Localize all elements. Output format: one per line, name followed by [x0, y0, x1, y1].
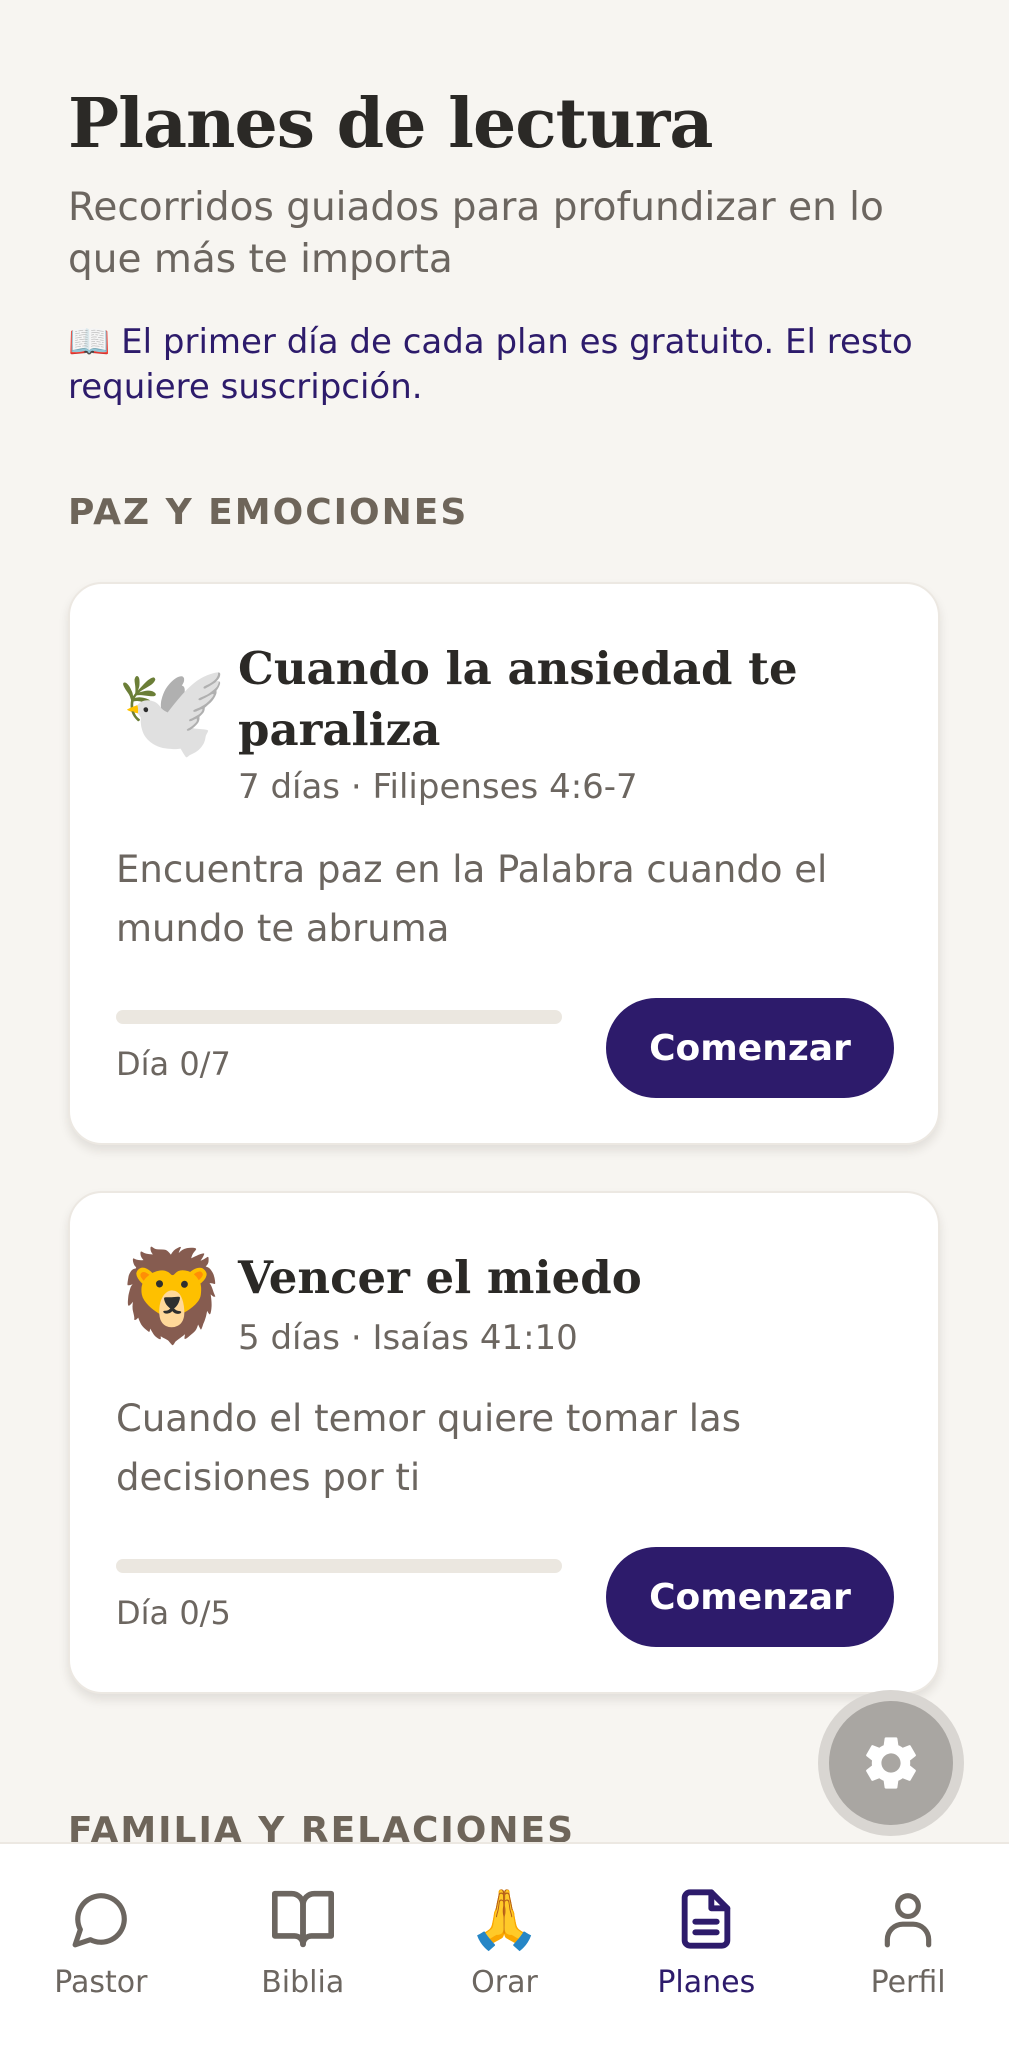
tab-pastor[interactable]: Pastor	[0, 1844, 202, 2048]
plan-progress-bar	[116, 1010, 562, 1024]
tab-label: Orar	[471, 1965, 538, 2000]
plan-card-fear[interactable]: 🦁 Vencer el miedo 5 días · Isaías 41:10 …	[68, 1191, 940, 1694]
free-day-notice: 📖 El primer día de cada plan es gratuito…	[68, 322, 913, 407]
plan-meta: 7 días · Filipenses 4:6-7	[238, 767, 638, 807]
plan-card-anxiety[interactable]: 🕊️ Cuando la ansiedad te paraliza 7 días…	[68, 582, 940, 1145]
start-plan-button[interactable]: Comenzar	[606, 998, 894, 1098]
tab-label: Pastor	[54, 1965, 148, 2000]
tab-perfil[interactable]: Perfil	[807, 1844, 1009, 2048]
page-title: Planes de lectura	[68, 84, 713, 164]
start-plan-button[interactable]: Comenzar	[606, 1547, 894, 1647]
gear-icon	[866, 1737, 916, 1789]
tab-planes[interactable]: Planes	[605, 1844, 807, 2048]
lion-icon: 🦁	[116, 1244, 229, 1349]
plan-description: Cuando el temor quiere tomar las decisio…	[116, 1397, 741, 1499]
page-subtitle: Recorridos guiados para profundizar en l…	[68, 185, 884, 282]
tab-biblia[interactable]: Biblia	[202, 1844, 404, 2048]
tab-label: Perfil	[870, 1965, 946, 2000]
plan-progress-bar	[116, 1559, 562, 1573]
tab-label: Planes	[657, 1965, 756, 2000]
section-title-peace-emotions: PAZ Y EMOCIONES	[68, 492, 469, 533]
plan-description: Encuentra paz en la Palabra cuando el mu…	[116, 848, 828, 950]
reading-plans-screen: Planes de lectura Recorridos guiados par…	[0, 0, 1009, 2048]
settings-button[interactable]	[818, 1690, 964, 1836]
plan-title: Cuando la ansiedad te paraliza	[238, 642, 798, 756]
user-icon	[884, 1893, 932, 1948]
dove-icon: 🕊️	[116, 659, 229, 764]
open-book-icon	[271, 1890, 334, 1948]
praying-hands-icon: 🙏	[468, 1885, 541, 1953]
chat-bubble-icon	[72, 1893, 127, 1948]
bottom-tab-bar: Pastor Biblia 🙏 Orar Planes Perfil	[0, 1842, 1009, 2048]
tab-label: Biblia	[261, 1965, 345, 2000]
plan-day-label: Día 0/5	[116, 1594, 231, 1632]
plan-day-label: Día 0/7	[116, 1045, 231, 1083]
tab-orar[interactable]: 🙏 Orar	[404, 1844, 606, 2048]
plan-title: Vencer el miedo	[238, 1251, 642, 1304]
document-icon	[682, 1889, 731, 1949]
plan-meta: 5 días · Isaías 41:10	[238, 1318, 578, 1358]
